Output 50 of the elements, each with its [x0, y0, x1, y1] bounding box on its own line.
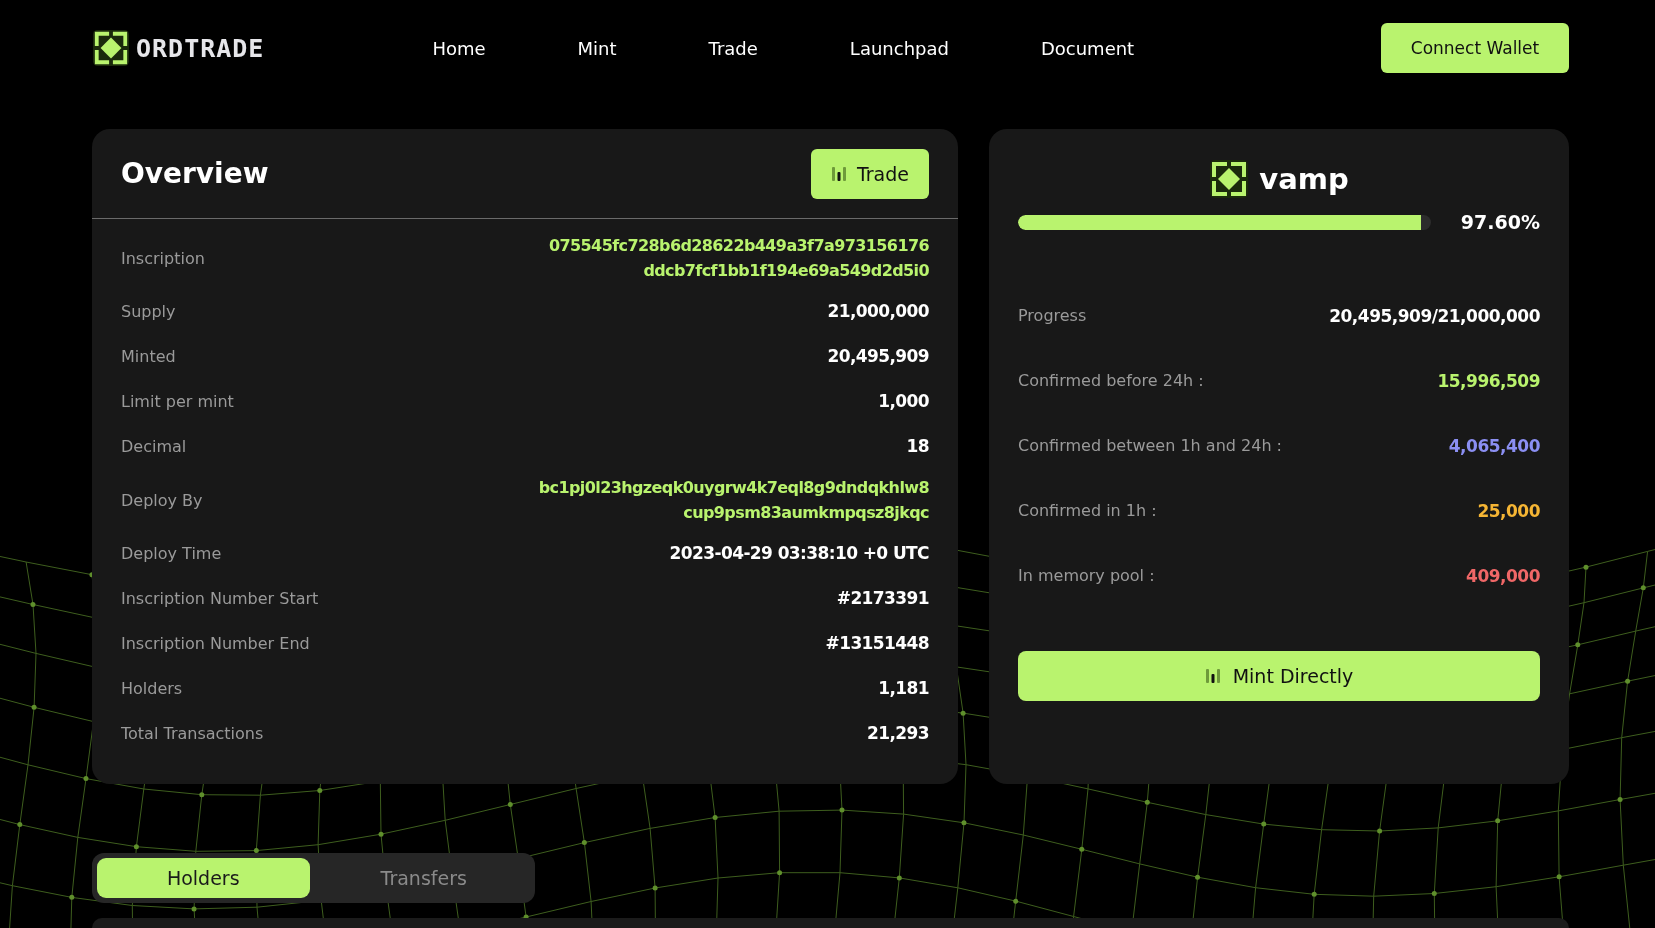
logo-icon	[1209, 159, 1250, 199]
stat-value: 409,000	[1466, 565, 1540, 586]
hash-value: bc1pj0l23hgzeqk0uygrw4k7eql8g9dndqkhlw8 cup9psm83aumkmpqsz8jkqc	[538, 477, 929, 524]
progress-percent: 97.60%	[1460, 211, 1540, 233]
field-label: Inscription Number Start	[121, 589, 319, 608]
chart-bars-icon	[830, 165, 847, 182]
connect-wallet-button[interactable]: Connect Wallet	[1381, 23, 1569, 73]
stat-label: In memory pool :	[1018, 566, 1155, 585]
field-label: Total Transactions	[121, 724, 264, 743]
field-value: #13151448	[825, 632, 929, 655]
stat-value: 15,996,509	[1437, 370, 1540, 391]
tab[interactable]: Holders	[97, 858, 310, 898]
field-label: Decimal	[121, 437, 187, 456]
stat-label: Confirmed between 1h and 24h :	[1018, 436, 1282, 455]
field-value: #2173391	[836, 587, 929, 610]
field-label: Inscription	[121, 248, 205, 268]
field-value: 21,000,000	[827, 300, 929, 323]
field-label: Deploy By	[121, 490, 203, 510]
stat-value: 20,495,909/21,000,000	[1329, 305, 1540, 326]
field-label: Deploy Time	[121, 544, 222, 563]
brand-name: ORDTRADE	[136, 33, 265, 63]
field-value: 1,181	[878, 677, 929, 700]
nav-link[interactable]: Launchpad	[849, 37, 949, 59]
field-label: Limit per mint	[121, 392, 234, 411]
field-label: Minted	[121, 347, 176, 366]
field-label: Holders	[121, 679, 183, 698]
stat-label: Confirmed in 1h :	[1018, 501, 1157, 520]
card-title: Overview	[121, 157, 269, 190]
trade-button[interactable]: Trade	[810, 148, 929, 199]
field-value: 21,293	[867, 722, 929, 745]
chart-bars-icon	[1204, 668, 1221, 684]
token-name: vamp	[1259, 162, 1349, 196]
logo-icon	[92, 29, 130, 67]
stat-label: Confirmed before 24h :	[1018, 371, 1204, 390]
tab[interactable]: Transfers	[317, 858, 530, 898]
field-value: 18	[906, 435, 929, 458]
field-value: 20,495,909	[827, 345, 929, 368]
field-label: Inscription Number End	[121, 634, 310, 653]
nav-link[interactable]: Trade	[708, 37, 758, 59]
mint-directly-button[interactable]: Mint Directly	[1018, 651, 1540, 701]
nav-link[interactable]: Mint	[577, 37, 617, 59]
nav-link[interactable]: Document	[1040, 37, 1135, 59]
stat-label: Progress	[1018, 306, 1087, 325]
stat-value: 25,000	[1477, 500, 1540, 521]
field-label: Supply	[121, 302, 176, 321]
field-value: 1,000	[878, 390, 929, 413]
field-value: 2023-04-29 03:38:10 +0 UTC	[669, 542, 929, 565]
stat-value: 4,065,400	[1448, 435, 1540, 456]
hash-value: 075545fc728b6d28622b449a3f7a973156176 ddcb7fcf1bb1f194e69a549d2d5i0	[549, 235, 929, 282]
nav-link[interactable]: Home	[432, 37, 486, 59]
